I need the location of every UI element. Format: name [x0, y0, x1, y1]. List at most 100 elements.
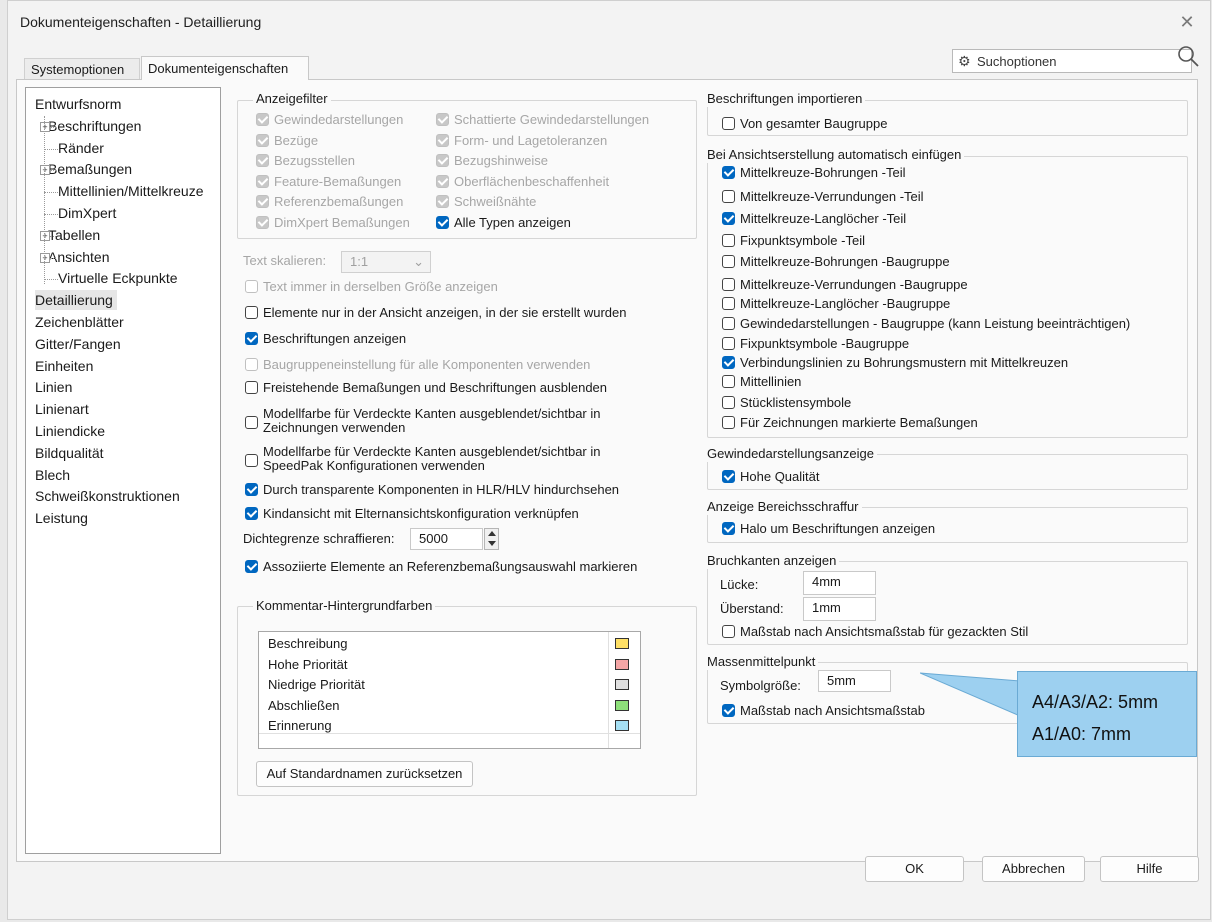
- option-label: Feature-Bemaßungen: [274, 173, 402, 189]
- callout-line-2: A1/A0: 7mm: [1032, 724, 1132, 744]
- bruch-title: Bruchkanten anzeigen: [704, 553, 840, 569]
- tree-item-beschriftungen[interactable]: Beschriftungen: [48, 116, 141, 136]
- checkbox[interactable]: [722, 117, 735, 130]
- tree-item-ansichten[interactable]: Ansichten: [48, 247, 109, 267]
- tree-item-schweisskonstruktionen[interactable]: Schweißkonstruktionen: [35, 486, 180, 506]
- checkbox[interactable]: [722, 190, 735, 203]
- tree-item-detaillierung[interactable]: Detaillierung: [35, 290, 117, 311]
- spin-up-icon[interactable]: [488, 531, 496, 536]
- checkbox[interactable]: [245, 454, 258, 467]
- option-label: Fixpunktsymbole -Baugruppe: [740, 336, 910, 351]
- checkbox[interactable]: [245, 381, 258, 394]
- checkbox[interactable]: [245, 332, 258, 345]
- checkbox[interactable]: [245, 483, 258, 496]
- expand-icon[interactable]: +: [40, 121, 50, 132]
- option-label: DimXpert Bemaßungen: [274, 215, 410, 230]
- comment-color-label: Beschreibung: [268, 636, 348, 651]
- density-spinner[interactable]: [484, 528, 499, 550]
- checkbox[interactable]: [722, 625, 735, 638]
- tree-item-raender[interactable]: Ränder: [58, 138, 104, 158]
- chevron-down-icon: ⌄: [413, 254, 424, 269]
- import-title: Beschriftungen importieren: [704, 91, 866, 107]
- expand-icon[interactable]: +: [40, 165, 50, 176]
- color-swatch[interactable]: [615, 638, 629, 649]
- density-input[interactable]: 5000: [410, 528, 483, 550]
- checkbox[interactable]: [722, 396, 735, 409]
- option-label: Fixpunktsymbole -Teil: [740, 233, 865, 248]
- tree-item-gitter-fangen[interactable]: Gitter/Fangen: [35, 334, 121, 354]
- checkbox[interactable]: [245, 507, 258, 520]
- tree-item-einheiten[interactable]: Einheiten: [35, 356, 93, 376]
- assoc-checkbox[interactable]: [245, 560, 258, 573]
- reset-names-button[interactable]: Auf Standardnamen zurücksetzen: [256, 761, 473, 787]
- checkbox: [256, 174, 269, 188]
- help-button[interactable]: Hilfe: [1100, 856, 1199, 882]
- color-swatch[interactable]: [615, 720, 629, 731]
- checkbox: [256, 113, 269, 126]
- tree-item-linienart[interactable]: Linienart: [35, 399, 89, 419]
- kommentar-title: Kommentar-Hintergrundfarben: [253, 598, 436, 614]
- text-scale-select[interactable]: 1:1 ⌄: [341, 251, 431, 273]
- tree-item-virtuelle-eckpunkte[interactable]: Virtuelle Eckpunkte: [58, 268, 178, 288]
- option-label: Mittelkreuze-Bohrungen -Teil: [740, 165, 906, 180]
- checkbox[interactable]: [722, 255, 735, 268]
- tree-item-bemassungen[interactable]: Bemaßungen: [48, 159, 132, 179]
- overhang-input[interactable]: 1mm: [803, 597, 876, 621]
- color-swatch[interactable]: [615, 699, 629, 711]
- expand-icon[interactable]: +: [40, 252, 50, 263]
- tree-item-linien[interactable]: Linien: [35, 377, 72, 397]
- checkbox: [256, 154, 269, 168]
- option-label: Mittelkreuze-Verrundungen -Baugruppe: [740, 277, 968, 292]
- checkbox[interactable]: [722, 704, 735, 717]
- symbol-size-input[interactable]: 5mm: [818, 670, 891, 692]
- search-placeholder: Suchoptionen: [977, 54, 1057, 69]
- category-tree[interactable]: Entwurfsnorm Beschriftungen + Ränder Bemaßun…: [25, 87, 221, 854]
- tab-dokumenteigenschaften[interactable]: Dokumenteigenschaften: [141, 56, 309, 80]
- close-icon[interactable]: ✕: [1176, 11, 1198, 33]
- spin-down-icon[interactable]: [488, 541, 496, 546]
- comment-color-label: Hohe Priorität: [268, 656, 348, 672]
- checkbox[interactable]: [722, 470, 735, 483]
- callout-line-1: A4/A3/A2: 5mm: [1032, 692, 1159, 712]
- option-label: Mittelkreuze-Langlöcher -Baugruppe: [740, 296, 951, 311]
- checkbox[interactable]: [722, 297, 735, 310]
- tree-item-mittellinien-mittelkreuze[interactable]: Mittellinien/Mittelkreuze: [58, 181, 204, 201]
- checkbox[interactable]: [722, 337, 735, 350]
- ok-button[interactable]: OK: [865, 856, 964, 882]
- checkbox[interactable]: [722, 234, 735, 247]
- option-label: Gewindedarstellungen - Baugruppe (kann L…: [740, 316, 1131, 331]
- checkbox[interactable]: [722, 166, 735, 179]
- tree-item-liniendicke[interactable]: Liniendicke: [35, 421, 105, 441]
- checkbox[interactable]: [722, 522, 735, 535]
- option-label: Beschriftungen anzeigen: [263, 331, 407, 346]
- search-input[interactable]: ⚙ Suchoptionen: [952, 49, 1192, 73]
- checkbox[interactable]: [722, 416, 735, 429]
- comment-color-label: Abschließen: [268, 697, 340, 713]
- tree-item-tabellen[interactable]: Tabellen: [48, 225, 100, 245]
- option-label: Verbindungslinien zu Bohrungsmustern mit…: [740, 355, 1069, 370]
- checkbox[interactable]: [722, 278, 735, 291]
- tree-item-entwurfsnorm[interactable]: Entwurfsnorm: [35, 94, 121, 114]
- checkbox[interactable]: [722, 375, 735, 388]
- checkbox[interactable]: [245, 306, 258, 319]
- color-swatch[interactable]: [615, 658, 629, 670]
- tree-item-zeichenblaetter[interactable]: Zeichenblätter: [35, 312, 124, 332]
- checkbox[interactable]: [245, 416, 258, 429]
- tree-item-bildqualitaet[interactable]: Bildqualität: [35, 443, 104, 463]
- checkbox[interactable]: [722, 356, 735, 369]
- tree-item-leistung[interactable]: Leistung: [35, 508, 88, 528]
- expand-icon[interactable]: +: [40, 230, 50, 241]
- color-swatch[interactable]: [615, 679, 629, 690]
- checkbox[interactable]: [436, 216, 449, 229]
- cancel-button[interactable]: Abbrechen: [982, 856, 1085, 882]
- tree-item-dimxpert[interactable]: DimXpert: [58, 203, 116, 223]
- option-label: Bezugsstellen: [274, 153, 355, 169]
- tree-item-blech[interactable]: Blech: [35, 465, 70, 485]
- bereich-title: Anzeige Bereichsschraffur: [704, 499, 862, 515]
- gap-input[interactable]: 4mm: [803, 571, 876, 595]
- search-icon[interactable]: [1176, 44, 1204, 72]
- checkbox: [436, 195, 449, 209]
- checkbox[interactable]: [722, 317, 735, 330]
- checkbox[interactable]: [722, 212, 735, 225]
- tab-systemoptionen[interactable]: Systemoptionen: [24, 58, 140, 80]
